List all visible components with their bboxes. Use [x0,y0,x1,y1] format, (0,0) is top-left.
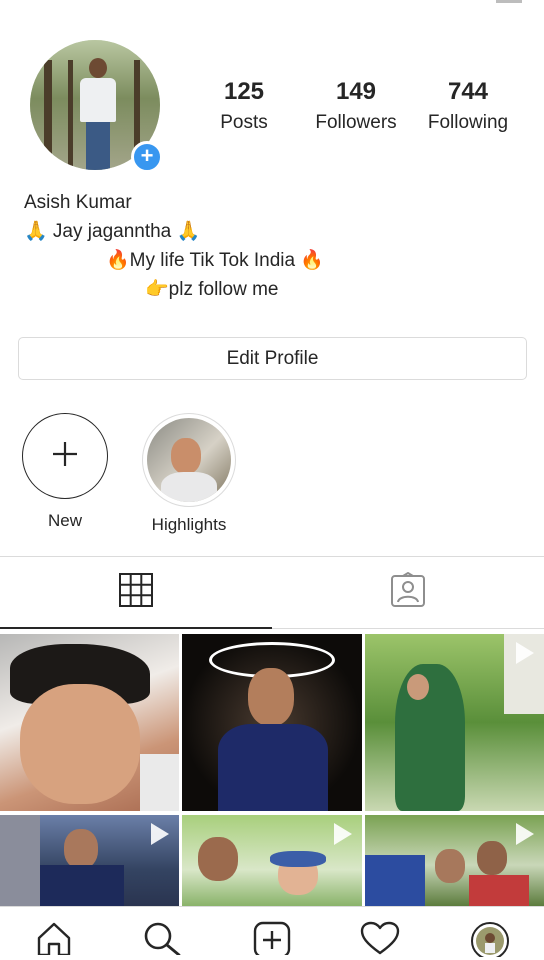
highlight-new-label: New [47,511,82,530]
followers-count: 149 [335,78,377,105]
nav-home[interactable] [34,921,74,960]
followers-stat[interactable]: 149 Followers [306,78,406,134]
post-tile[interactable] [365,815,544,906]
highlight-label: Highlights [151,515,227,534]
edit-profile-button[interactable]: Edit Profile [18,337,527,380]
search-icon [143,921,181,960]
tab-underline [272,628,544,629]
home-icon [36,921,72,960]
add-post-icon [253,921,291,960]
bottom-navigation [0,906,544,960]
nav-profile[interactable] [470,921,510,960]
highlight-item[interactable]: Highlights [141,413,237,535]
tagged-user-icon [390,571,426,613]
posts-label: Posts [220,112,268,133]
video-play-icon [516,642,534,664]
profile-name: Asish Kumar [24,192,132,213]
status-bar-indicator [496,0,522,3]
nav-search[interactable] [142,921,182,960]
heart-icon [360,921,400,960]
profile-avatar[interactable]: + [30,40,164,174]
video-play-icon [334,823,352,845]
followers-label: Followers [315,112,397,133]
video-play-icon [516,823,534,845]
highlight-ring[interactable] [142,413,236,507]
posts-count: 125 [223,78,265,105]
grid-icon [118,572,154,613]
plus-icon [50,436,80,476]
nav-new-post[interactable] [252,921,292,960]
following-count: 744 [447,78,489,105]
bio-line-1: 🙏 Jay jaganntha 🙏 [24,221,201,242]
highlight-cover-image [147,418,231,502]
posts-grid [0,634,544,906]
profile-avatar-icon [470,921,510,960]
posts-stat[interactable]: 125 Posts [204,78,284,134]
post-tile[interactable] [365,634,544,811]
highlight-new[interactable]: New [17,413,113,531]
active-tab-indicator [0,627,272,629]
new-highlight-circle[interactable] [22,413,108,499]
tab-tagged[interactable] [272,557,544,628]
nav-activity[interactable] [360,921,400,960]
post-tile[interactable] [182,815,362,906]
tab-grid[interactable] [0,557,272,628]
following-label: Following [427,112,509,133]
bio-line-2: 🔥My life Tik Tok India 🔥 [106,250,325,271]
profile-tabs [0,557,544,628]
post-tile[interactable] [0,634,179,811]
add-story-button[interactable]: + [131,141,163,173]
post-tile[interactable] [182,634,362,811]
post-tile[interactable] [0,815,179,906]
bio-line-3: 👉plz follow me [145,279,279,300]
following-stat[interactable]: 744 Following [418,78,518,134]
video-play-icon [151,823,169,845]
profile-bio: Asish Kumar 🙏 Jay jaganntha 🙏 🔥My life T… [24,188,524,304]
